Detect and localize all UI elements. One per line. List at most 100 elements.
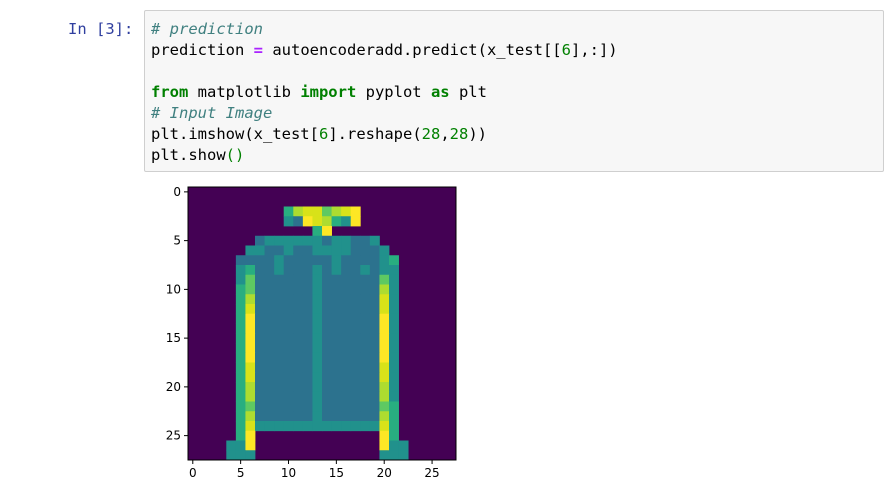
code-editor[interactable]: # prediction prediction = autoencoderadd.… [145, 11, 883, 166]
heatmap-cell [341, 245, 352, 256]
heatmap-cell [350, 255, 361, 266]
heatmap-cell [369, 352, 380, 363]
heatmap-cell [302, 216, 313, 227]
heatmap-cell [379, 450, 390, 461]
heatmap-cell [331, 294, 342, 305]
heatmap-cell [264, 352, 275, 363]
heatmap-cell [341, 372, 352, 383]
heatmap-cell [312, 382, 323, 393]
heatmap-cell [350, 401, 361, 412]
heatmap-cell [341, 265, 352, 276]
heatmap-cell [389, 343, 399, 354]
heatmap-cell [369, 245, 380, 256]
heatmap-cell [389, 304, 399, 315]
heatmap-cell [389, 372, 399, 383]
heatmap-cell [302, 274, 313, 285]
heatmap-cell [235, 352, 246, 363]
heatmap-cell [369, 313, 380, 324]
heatmap-cell [389, 382, 399, 393]
heatmap-cell [293, 265, 304, 276]
heatmap-cell [379, 430, 390, 441]
heatmap-cell [245, 391, 256, 402]
heatmap-cell [322, 235, 332, 246]
heatmap-cell [293, 323, 304, 334]
heatmap-cell [341, 313, 352, 324]
heatmap-cell [235, 430, 246, 441]
heatmap-cell [293, 235, 304, 246]
heatmap-cell [302, 343, 313, 354]
heatmap-cell [350, 216, 361, 227]
heatmap-cell [283, 421, 294, 432]
heatmap-cell [293, 421, 304, 432]
heatmap-cell [235, 304, 246, 315]
heatmap-cell [350, 372, 361, 383]
heatmap-cell [312, 313, 323, 324]
heatmap-cell [389, 323, 399, 334]
heatmap-cell [283, 255, 294, 266]
heatmap-cell [302, 206, 313, 217]
heatmap-cell [331, 313, 342, 324]
heatmap-cell [341, 294, 352, 305]
heatmap-cell [302, 284, 313, 295]
heatmap-cell [360, 304, 371, 315]
code-token: )) [468, 125, 488, 143]
heatmap-cell [331, 421, 342, 432]
heatmap-cell [360, 294, 371, 305]
heatmap-cell [389, 274, 399, 285]
heatmap-cell [350, 206, 361, 217]
heatmap-cell [235, 362, 246, 373]
heatmap-cell [322, 372, 332, 383]
heatmap-cell [302, 255, 313, 266]
heatmap-cell [283, 372, 294, 383]
heatmap-cell [235, 323, 246, 334]
heatmap-cell [302, 352, 313, 363]
heatmap-cell [274, 294, 285, 305]
heatmap-cell [293, 245, 304, 256]
code-token: ].reshape( [328, 125, 422, 143]
heatmap-cell [302, 401, 313, 412]
heatmap-cell [322, 294, 332, 305]
heatmap-cell [226, 440, 237, 451]
heatmap-cell [293, 313, 304, 324]
heatmap-cell [274, 255, 285, 266]
heatmap-cell [360, 323, 371, 334]
heatmap-cell [274, 401, 285, 412]
heatmap-cell [245, 294, 256, 305]
heatmap-cell [245, 440, 256, 451]
heatmap-cell [245, 304, 256, 315]
heatmap-cell [350, 274, 361, 285]
heatmap-cell [255, 235, 265, 246]
heatmap-cell [293, 274, 304, 285]
code-cell-input[interactable]: # prediction prediction = autoencoderadd.… [144, 10, 884, 172]
heatmap-cell [379, 245, 390, 256]
code-token: plt [449, 83, 487, 101]
heatmap-cell [350, 411, 361, 422]
prompt: In [3]: [68, 20, 134, 38]
heatmap-cell [322, 245, 332, 256]
heatmap-cell [369, 372, 380, 383]
heatmap-cell [341, 362, 352, 373]
heatmap-cell [302, 382, 313, 393]
heatmap-cell [312, 391, 323, 402]
heatmap-cell [302, 421, 313, 432]
heatmap-cell [341, 235, 352, 246]
heatmap-cell [235, 411, 246, 422]
heatmap-cell [312, 265, 323, 276]
heatmap-cell [350, 245, 361, 256]
heatmap-cell [369, 401, 380, 412]
heatmap-cell [293, 255, 304, 266]
heatmap-cell [245, 284, 256, 295]
heatmap-cell [245, 372, 256, 383]
heatmap-cell [312, 245, 323, 256]
heatmap-cell [293, 391, 304, 402]
heatmap-cell [312, 333, 323, 344]
heatmap-cell [264, 235, 275, 246]
heatmap-cell [312, 352, 323, 363]
heatmap-cell [331, 401, 342, 412]
heatmap-cell [369, 362, 380, 373]
y-tick-label: 5 [173, 234, 181, 248]
code-line: # prediction [151, 19, 883, 40]
heatmap-cell [341, 274, 352, 285]
heatmap-cell [264, 391, 275, 402]
